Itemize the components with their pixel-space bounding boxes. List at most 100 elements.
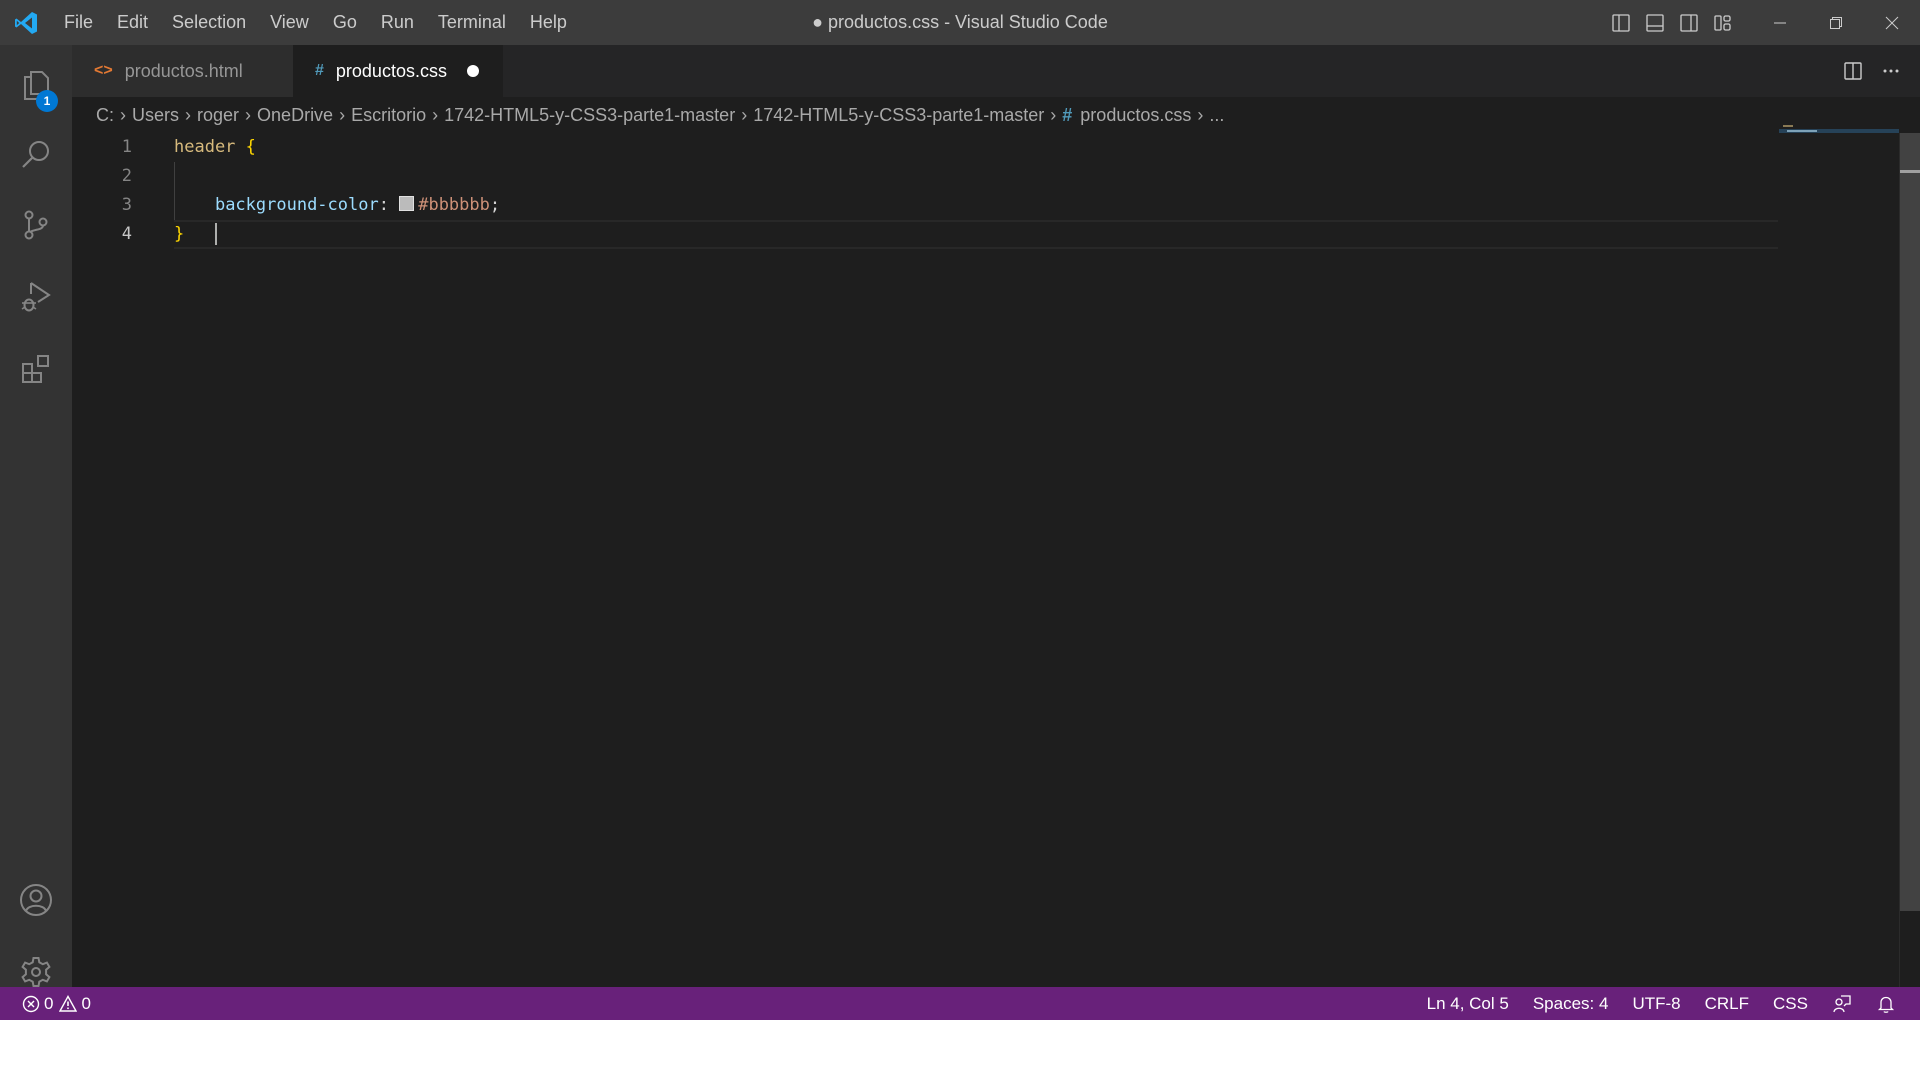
- css-selector: header: [174, 137, 236, 157]
- problems-indicator[interactable]: 0 0: [0, 994, 97, 1014]
- chevron-right-icon: ›: [120, 104, 126, 125]
- unsaved-changes-dot-icon[interactable]: [466, 65, 479, 77]
- language-mode[interactable]: CSS: [1761, 987, 1820, 1020]
- tab-productos-html[interactable]: <> productos.html: [72, 45, 293, 97]
- menu-selection[interactable]: Selection: [160, 0, 258, 45]
- account-icon: [20, 884, 52, 916]
- html-file-icon: <>: [94, 62, 113, 79]
- code-line: header {: [174, 133, 1774, 162]
- open-brace: {: [245, 137, 256, 157]
- search-icon: [22, 141, 49, 168]
- breadcrumb: C: › Users › roger › OneDrive › Escritor…: [72, 97, 1920, 133]
- close-icon: [1885, 16, 1899, 29]
- activity-search[interactable]: [0, 125, 72, 185]
- editor-actions: [1834, 45, 1910, 97]
- restore-icon: [1830, 16, 1842, 29]
- line-number-gutter: 1 2 3 4: [72, 133, 142, 249]
- activity-bar: 1: [0, 45, 72, 987]
- chevron-right-icon: ›: [741, 104, 748, 125]
- explorer-badge: 1: [36, 90, 58, 112]
- toggle-secondary-sidebar-icon: [1680, 13, 1698, 32]
- customize-layout-icon: [1714, 14, 1731, 31]
- line-number: 3: [121, 195, 132, 215]
- code-line: background-color: #bbbbbb;: [174, 191, 1774, 220]
- toggle-secondary-sidebar-button[interactable]: [1672, 0, 1706, 45]
- source-control-icon: [24, 210, 48, 240]
- breadcrumb-symbols[interactable]: ...: [1209, 105, 1224, 126]
- breadcrumb-item[interactable]: C:: [96, 105, 114, 126]
- code-line: }: [174, 220, 1774, 249]
- extensions-icon: [22, 355, 49, 383]
- error-icon: [22, 995, 40, 1012]
- customize-layout-button[interactable]: [1706, 0, 1740, 45]
- chevron-right-icon: ›: [185, 104, 192, 125]
- tab-label: productos.html: [124, 60, 243, 81]
- menu-run[interactable]: Run: [369, 0, 426, 45]
- status-bar-right: Ln 4, Col 5 Spaces: 4 UTF-8 CRLF CSS: [1415, 987, 1908, 1020]
- feedback-icon: [1833, 994, 1851, 1012]
- feedback-button[interactable]: [1820, 987, 1864, 1020]
- end-of-line[interactable]: CRLF: [1693, 987, 1761, 1020]
- close-brace: }: [174, 224, 185, 244]
- cursor-position[interactable]: Ln 4, Col 5: [1415, 987, 1521, 1020]
- restore-button[interactable]: [1808, 0, 1864, 45]
- close-window-button[interactable]: [1864, 0, 1920, 45]
- activity-accounts[interactable]: [0, 870, 72, 930]
- breadcrumb-item[interactable]: roger: [197, 105, 239, 126]
- code-editor[interactable]: 1 2 3 4 header { background-color: #bbbb…: [72, 125, 1920, 987]
- minimize-icon: [1774, 22, 1786, 23]
- tab-productos-css[interactable]: # productos.css: [293, 45, 503, 97]
- code-lines[interactable]: header { background-color: #bbbbbb; }: [174, 133, 1774, 249]
- activity-extensions[interactable]: [0, 340, 72, 400]
- minimize-button[interactable]: [1752, 0, 1808, 45]
- toggle-panel-button[interactable]: [1638, 0, 1672, 45]
- breadcrumb-item[interactable]: OneDrive: [257, 105, 333, 126]
- css-property: background-color: [214, 195, 379, 215]
- breadcrumb-item[interactable]: 1742-HTML5-y-CSS3-parte1-master: [444, 105, 735, 126]
- menu-file[interactable]: File: [52, 0, 105, 45]
- color-swatch[interactable]: [399, 196, 415, 211]
- scrollbar-cursor-marker: [1900, 170, 1920, 173]
- css-value: #bbbbbb: [418, 195, 490, 215]
- indentation[interactable]: Spaces: 4: [1521, 987, 1621, 1020]
- minimap-line: [1787, 130, 1817, 132]
- encoding[interactable]: UTF-8: [1620, 987, 1692, 1020]
- toggle-panel-icon: [1646, 13, 1664, 32]
- notifications-button[interactable]: [1864, 987, 1908, 1020]
- activity-run-debug[interactable]: [0, 267, 72, 327]
- status-bar: 0 0 Ln 4, Col 5 Spaces: 4 UTF-8 CRLF CSS: [0, 987, 1920, 1020]
- minimap-line: [1783, 125, 1793, 127]
- menu-help[interactable]: Help: [518, 0, 579, 45]
- scrollbar-slider[interactable]: [1900, 133, 1920, 911]
- css-file-icon: #: [315, 62, 324, 79]
- activity-source-control[interactable]: [0, 195, 72, 255]
- vertical-scrollbar[interactable]: [1899, 133, 1920, 987]
- breadcrumb-item[interactable]: Escritorio: [351, 105, 426, 126]
- breadcrumb-item[interactable]: 1742-HTML5-y-CSS3-parte1-master: [753, 105, 1044, 126]
- minimap[interactable]: [1779, 125, 1899, 987]
- toggle-primary-sidebar-button[interactable]: [1604, 0, 1638, 45]
- menu-view[interactable]: View: [258, 0, 321, 45]
- line-number: 2: [121, 166, 132, 186]
- more-actions-button[interactable]: [1872, 45, 1910, 97]
- text-cursor: [214, 223, 217, 245]
- menu-edit[interactable]: Edit: [105, 0, 160, 45]
- menu-terminal[interactable]: Terminal: [426, 0, 518, 45]
- line-number: 4: [121, 224, 132, 244]
- warning-icon: [59, 994, 78, 1012]
- line-number: 1: [121, 137, 132, 157]
- gear-icon: [21, 957, 51, 987]
- tab-label: productos.css: [335, 60, 447, 81]
- ellipsis-icon: [1883, 69, 1899, 73]
- menu-go[interactable]: Go: [321, 0, 369, 45]
- toggle-primary-sidebar-icon: [1612, 13, 1630, 32]
- activity-explorer[interactable]: 1: [0, 55, 72, 115]
- chevron-right-icon: ›: [1050, 104, 1057, 125]
- breadcrumb-item[interactable]: Users: [132, 105, 179, 126]
- breadcrumb-file[interactable]: productos.css: [1080, 105, 1191, 126]
- bell-icon: [1877, 996, 1895, 1013]
- title-bar: File Edit Selection View Go Run Terminal…: [0, 0, 1920, 45]
- split-editor-button[interactable]: [1834, 45, 1872, 97]
- menu-bar: File Edit Selection View Go Run Terminal…: [52, 0, 579, 45]
